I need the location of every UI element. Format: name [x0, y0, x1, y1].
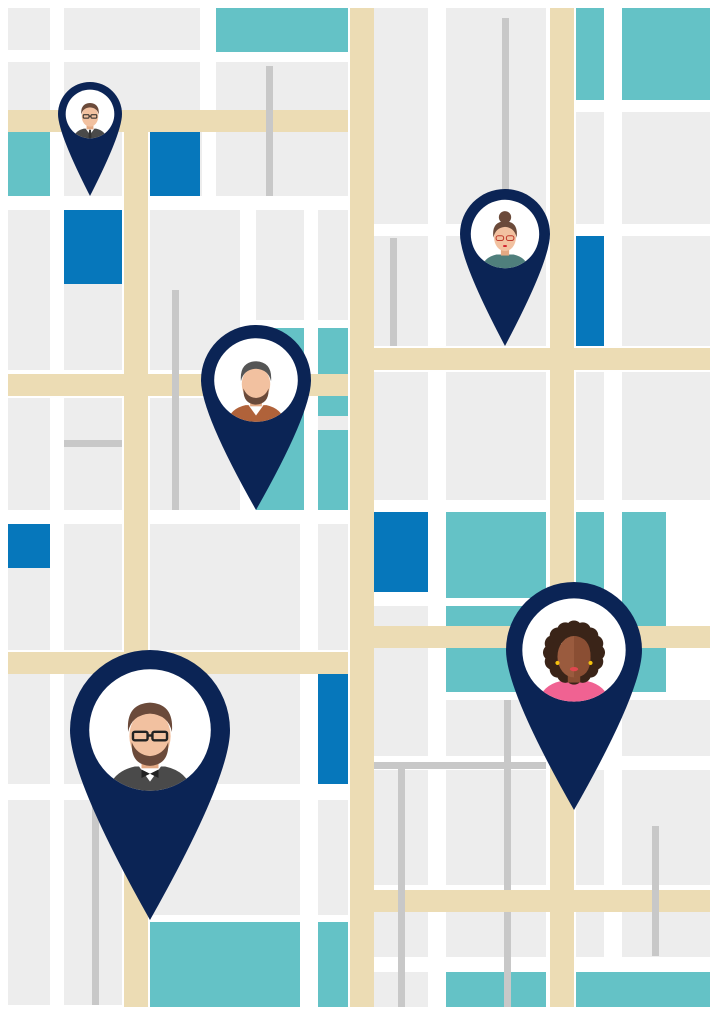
city-block — [622, 912, 710, 957]
city-block — [576, 372, 604, 500]
city-block — [622, 372, 710, 500]
city-block — [374, 236, 428, 346]
city-block — [64, 8, 200, 50]
city-block — [622, 700, 710, 756]
blue-block — [8, 524, 50, 568]
alley — [398, 762, 405, 1007]
city-block — [622, 236, 710, 346]
city-block — [150, 524, 300, 650]
teal-block — [150, 922, 300, 1007]
city-block — [8, 674, 50, 784]
city-block — [374, 8, 428, 224]
city-block — [446, 770, 546, 885]
city-block — [576, 912, 604, 957]
teal-block — [446, 512, 546, 598]
blue-block — [64, 210, 122, 284]
teal-block — [318, 328, 348, 416]
teal-block — [8, 130, 50, 196]
city-block — [374, 372, 428, 500]
city-block — [318, 210, 348, 320]
city-block — [8, 210, 50, 370]
main-road — [350, 8, 374, 1007]
alley — [504, 912, 511, 1007]
city-block — [8, 398, 50, 510]
blue-block — [318, 674, 348, 784]
alley — [92, 790, 99, 1005]
city-block — [256, 210, 304, 320]
alley — [390, 238, 397, 346]
alley — [172, 290, 179, 510]
main-road — [550, 8, 574, 1007]
teal-block — [576, 8, 604, 100]
city-block — [576, 112, 604, 224]
teal-block — [622, 8, 710, 100]
teal-block — [318, 430, 348, 510]
main-road — [374, 348, 710, 370]
teal-block — [318, 922, 348, 1007]
city-block — [64, 524, 122, 650]
blue-block — [576, 236, 604, 346]
teal-block — [576, 972, 710, 1007]
blue-block — [374, 512, 428, 592]
main-road — [374, 890, 710, 912]
blue-block — [150, 130, 200, 196]
city-map[interactable] — [0, 0, 710, 1012]
city-block — [622, 770, 710, 885]
city-block — [8, 8, 50, 50]
city-block — [622, 112, 710, 224]
city-block — [216, 130, 348, 196]
alley — [652, 826, 659, 956]
city-block — [216, 62, 348, 114]
city-block — [318, 524, 348, 650]
alley — [266, 66, 273, 196]
city-block — [8, 62, 50, 114]
teal-block — [216, 8, 348, 52]
city-block — [446, 912, 546, 957]
alley — [64, 440, 122, 447]
alley — [504, 700, 511, 890]
city-block — [8, 800, 50, 1005]
teal-block — [446, 972, 546, 1007]
city-block — [64, 398, 122, 510]
city-block — [318, 800, 348, 915]
city-block — [446, 372, 546, 500]
